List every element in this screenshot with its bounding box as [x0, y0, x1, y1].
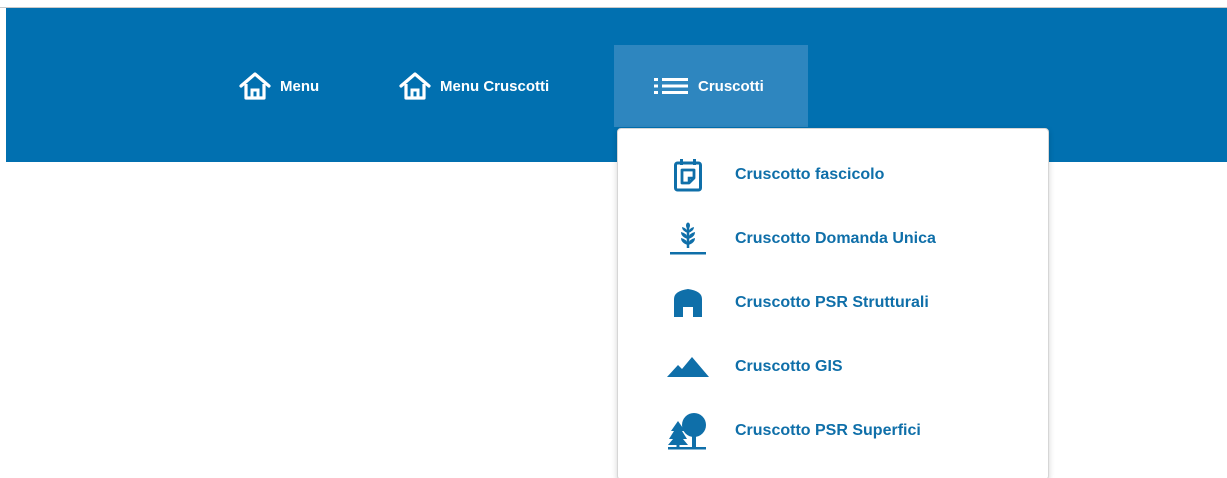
mountains-icon	[666, 345, 710, 389]
menu-item-label: Cruscotto fascicolo	[735, 166, 885, 183]
calendar-note-icon	[666, 153, 710, 197]
menu-item-label: Cruscotto GIS	[735, 358, 843, 375]
nav-item-menu-cruscotti[interactable]: Menu Cruscotti	[398, 45, 608, 127]
menu-item-cruscotto-fascicolo[interactable]: Cruscotto fascicolo	[618, 145, 1048, 205]
nav-item-label: Menu Cruscotti	[440, 77, 550, 95]
menu-item-label: Cruscotto Domanda Unica	[735, 230, 936, 247]
menu-item-label: Cruscotto PSR Strutturali	[735, 294, 929, 311]
building-icon	[666, 281, 710, 325]
top-divider	[0, 0, 1227, 8]
page: Menu Menu Cruscotti Cruscotti Cruscotto …	[0, 0, 1227, 478]
trees-icon	[666, 409, 710, 453]
home-icon	[398, 71, 432, 101]
cruscotti-dropdown-menu: Cruscotto fascicolo Cruscotto Domanda Un…	[617, 128, 1049, 478]
menu-item-cruscotto-gis[interactable]: Cruscotto GIS	[618, 337, 1048, 397]
menu-item-cruscotto-domanda-unica[interactable]: Cruscotto Domanda Unica	[618, 209, 1048, 269]
nav-item-label: Menu	[280, 77, 320, 95]
menu-item-label: Cruscotto PSR Superfici	[735, 422, 921, 439]
wheat-icon	[666, 217, 710, 261]
menu-item-cruscotto-psr-superfici[interactable]: Cruscotto PSR Superfici	[618, 401, 1048, 461]
menu-item-cruscotto-psr-strutturali[interactable]: Cruscotto PSR Strutturali	[618, 273, 1048, 333]
nav-item-cruscotti[interactable]: Cruscotti	[614, 45, 808, 127]
nav-item-menu[interactable]: Menu	[238, 45, 358, 127]
home-icon	[238, 71, 272, 101]
nav-item-label: Cruscotti	[698, 77, 764, 95]
list-icon	[652, 75, 690, 97]
